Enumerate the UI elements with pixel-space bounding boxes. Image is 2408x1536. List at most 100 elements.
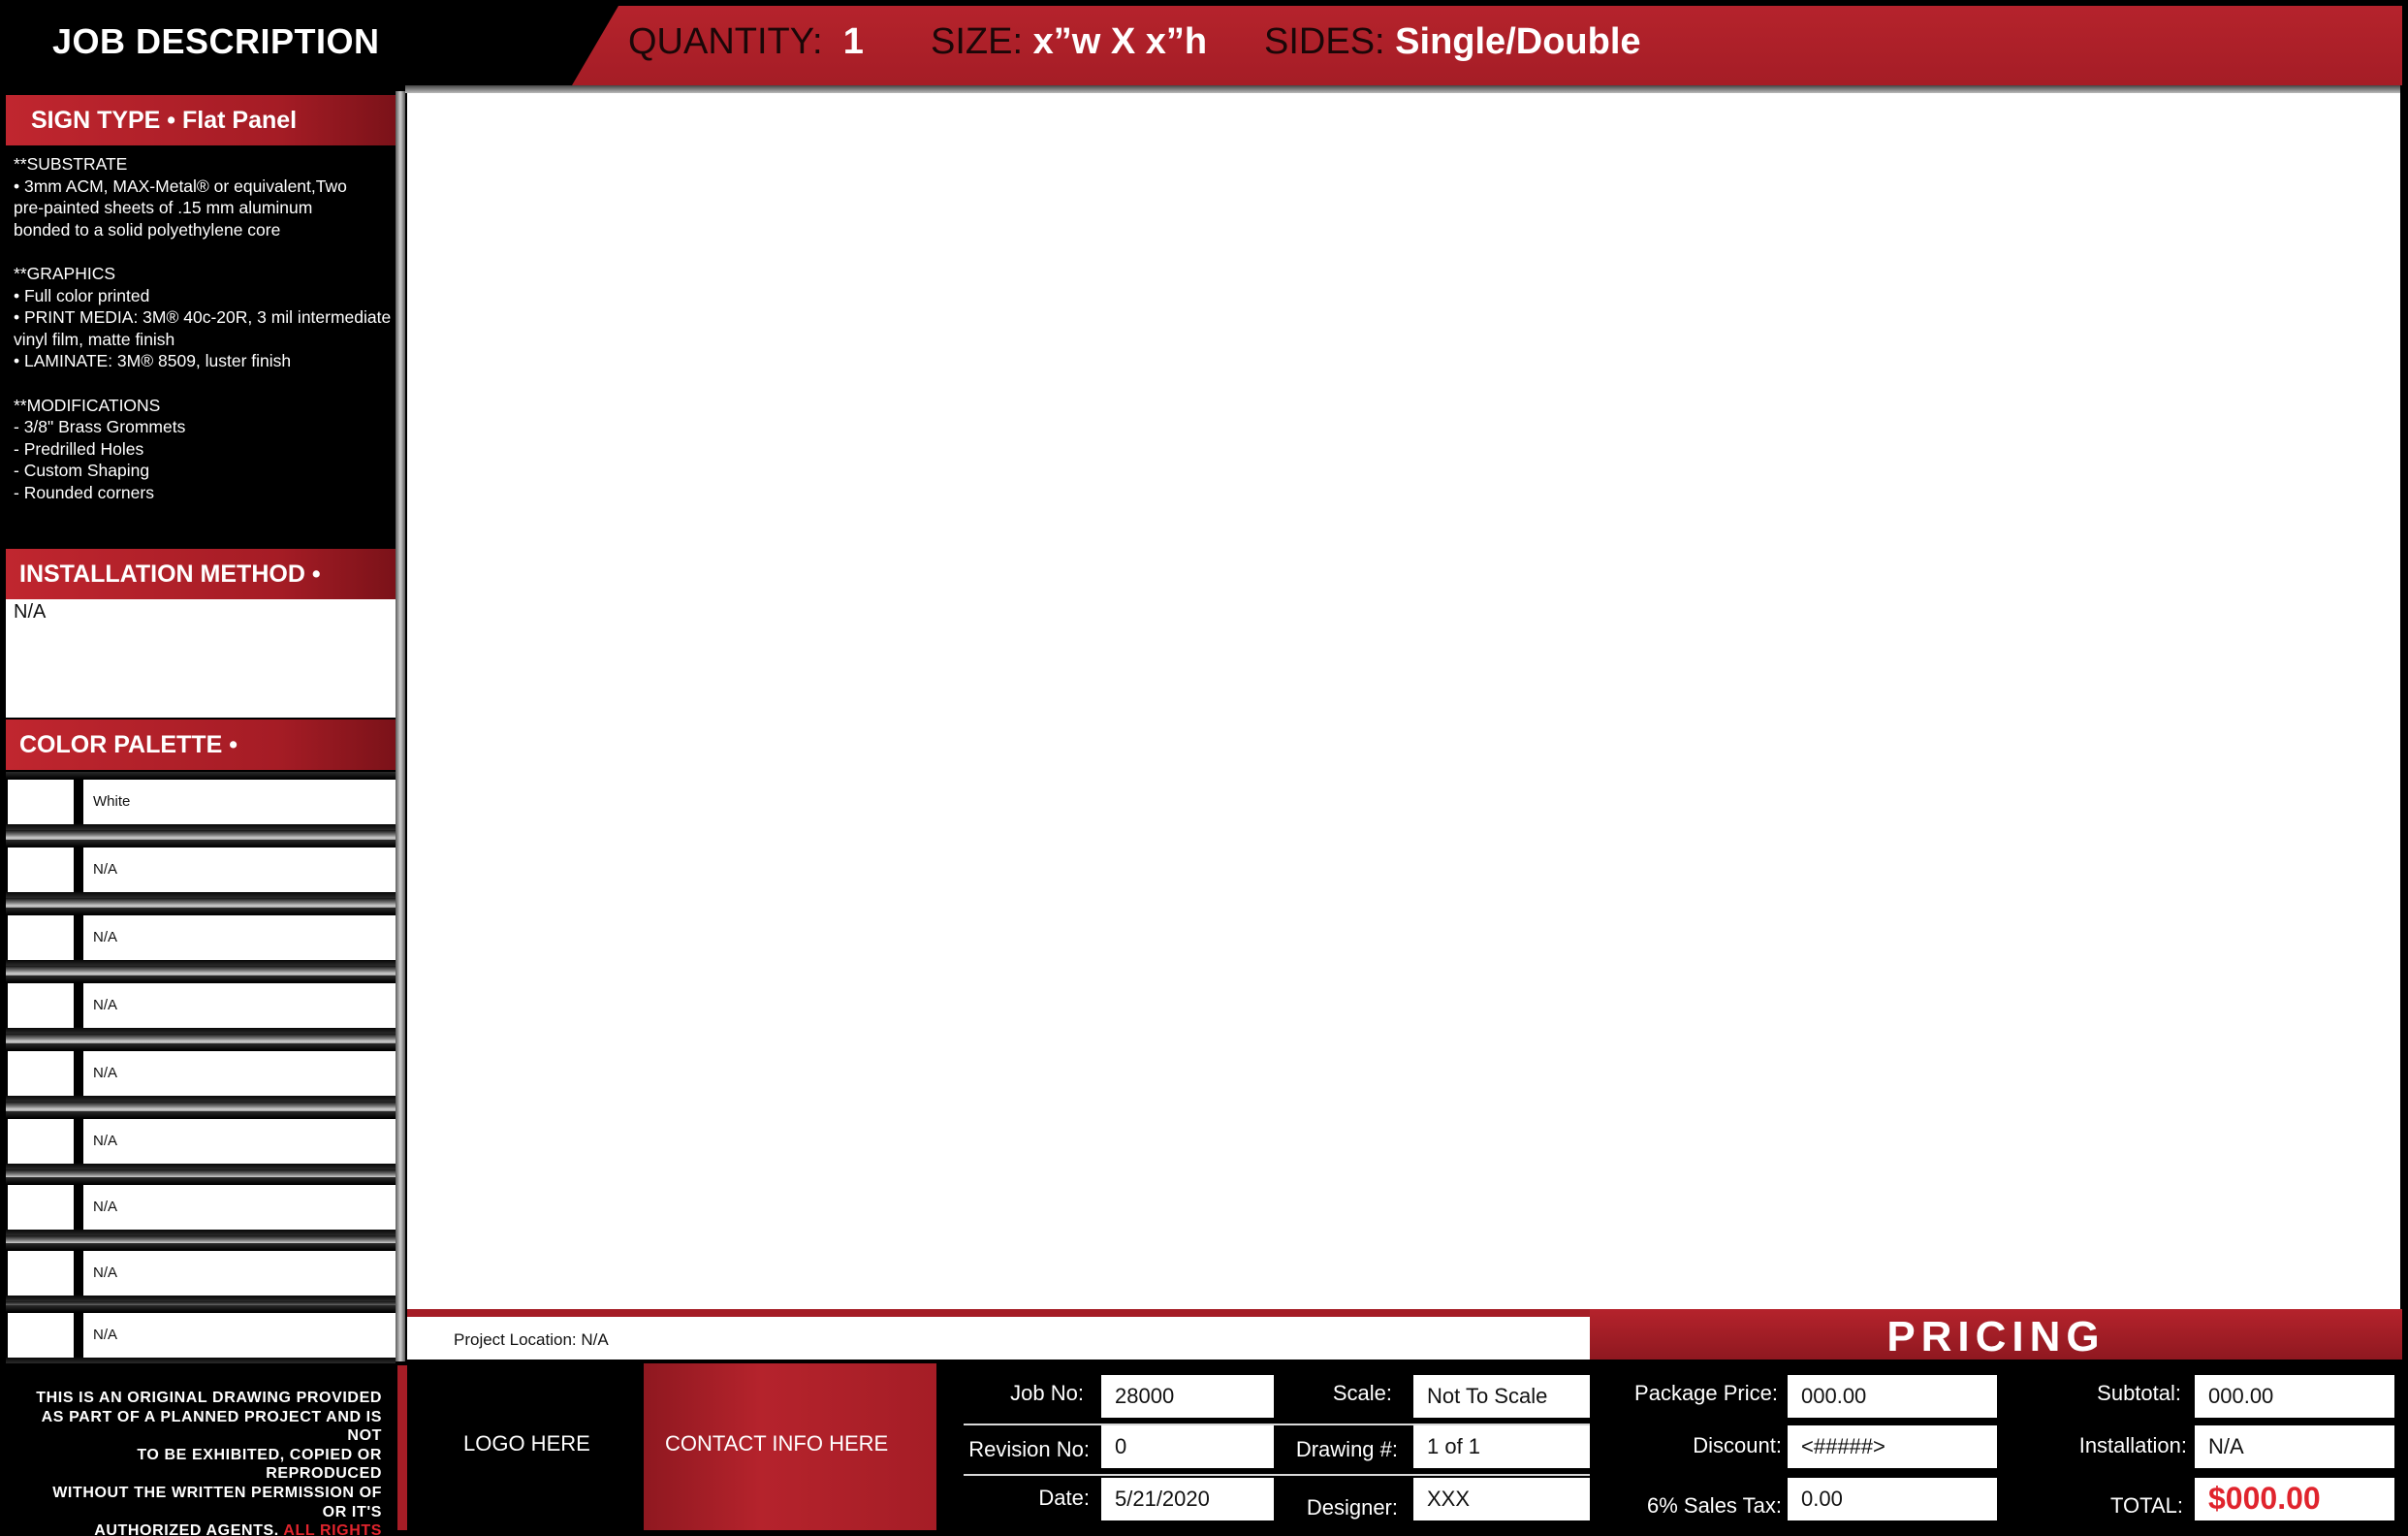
spec-line: - Predrilled Holes [14,438,144,459]
total-label: TOTAL: [2110,1493,2183,1518]
revision-field[interactable]: 0 [1101,1425,1274,1468]
quantity-label: QUANTITY: [628,21,823,62]
legal-line: THIS IS AN ORIGINAL DRAWING PROVIDED [36,1390,382,1406]
color-name[interactable]: N/A [83,1251,396,1296]
spec-line: • PRINT MEDIA: 3M® 40c-20R, 3 mil interm… [14,307,392,328]
palette-row: N/A [6,976,396,1034]
drawing-canvas[interactable] [407,93,2400,1311]
scale-field[interactable]: Not To Scale [1413,1375,1590,1418]
color-name[interactable]: N/A [83,983,396,1028]
color-name[interactable]: N/A [83,1119,396,1164]
color-swatch[interactable] [8,1313,74,1358]
spec-line: • Full color printed [14,285,150,305]
sides-label: SIDES: [1264,21,1385,62]
drawing-area-right-border [2400,85,2408,1346]
package-price-field[interactable]: 000.00 [1788,1375,1997,1418]
spec-line: **MODIFICATIONS [14,395,161,415]
revision-label: Revision No: [968,1437,1090,1461]
installation-value: N/A [14,601,47,623]
installation-field[interactable] [6,599,396,718]
legal-line-final: AUTHORIZED AGENTS. ALL RIGHTS RESERVED. [21,1521,382,1536]
installation-price-label: Installation: [2078,1433,2187,1457]
legal-divider [397,1365,407,1530]
sales-tax-field[interactable]: 0.00 [1788,1478,1997,1520]
palette-row: N/A [6,1043,396,1102]
spec-line: - Rounded corners [14,482,154,502]
size-label: SIZE: [931,21,1024,62]
color-swatch[interactable] [8,848,74,892]
project-location[interactable]: Project Location: N/A [454,1330,609,1350]
color-name[interactable]: N/A [83,848,396,892]
legal-line: OR IT'S [322,1503,382,1520]
spec-line: **SUBSTRATE [14,154,128,174]
sign-type-details: **SUBSTRATE • 3mm ACM, MAX-Metal® or equ… [14,153,392,504]
location-accent-line [407,1309,1590,1317]
color-palette-heading: COLOR PALETTE • [6,720,396,770]
date-field[interactable]: 5/21/2020 [1101,1478,1274,1520]
job-sheet: JOB DESCRIPTION QUANTITY: 1 SIZE: x”w X … [0,0,2408,1536]
row-divider [964,1474,1590,1476]
drawing-number-field[interactable]: 1 of 1 [1413,1425,1590,1468]
palette-row: White [6,772,396,830]
discount-field[interactable]: <#####> [1788,1425,1997,1468]
subtotal-field[interactable]: 000.00 [2195,1375,2394,1418]
palette-row: N/A [6,1305,396,1363]
spec-line: bonded to a solid polyethylene core [14,219,281,240]
sides-value: Single/Double [1395,21,1641,62]
legal-line: AS PART OF A PLANNED PROJECT AND IS NOT [41,1408,382,1445]
spec-line: - 3/8" Brass Grommets [14,417,186,437]
drawing-area-top-bevel [405,85,2402,93]
palette-row: N/A [6,840,396,898]
spec-line: vinyl film, matte finish [14,329,175,349]
contact-info-placeholder[interactable]: CONTACT INFO HERE [665,1431,888,1456]
discount-label: Discount: [1693,1433,1782,1457]
left-panel-bevel [396,91,405,1361]
total-field[interactable]: $000.00 [2195,1478,2394,1520]
legal-notice: THIS IS AN ORIGINAL DRAWING PROVIDED AS … [21,1389,382,1536]
job-no-field[interactable]: 28000 [1101,1375,1274,1418]
spec-line: pre-painted sheets of .15 mm aluminum [14,198,313,218]
designer-field[interactable]: XXX [1413,1478,1590,1520]
spec-line: - Custom Shaping [14,461,150,481]
spec-line: • 3mm ACM, MAX-Metal® or equivalent,Two [14,176,347,196]
installation-heading: INSTALLATION METHOD • [6,549,396,599]
size-spec: SIZE: x”w X x”h [931,21,1207,63]
palette-row: N/A [6,1177,396,1235]
color-swatch[interactable] [8,983,74,1028]
spec-line: **GRAPHICS [14,263,116,283]
palette-row: N/A [6,1111,396,1169]
color-swatch[interactable] [8,780,74,824]
subtotal-label: Subtotal: [2097,1381,2181,1405]
scale-label: Scale: [1332,1381,1392,1405]
color-swatch[interactable] [8,915,74,960]
date-label: Date: [1038,1486,1090,1510]
package-price-label: Package Price: [1634,1381,1778,1405]
color-name[interactable]: N/A [83,1051,396,1096]
installation-price-field[interactable]: N/A [2195,1425,2394,1468]
designer-label: Designer: [1306,1495,1398,1520]
color-swatch[interactable] [8,1119,74,1164]
drawing-number-label: Drawing #: [1295,1437,1398,1461]
spec-line: • LAMINATE: 3M® 8509, luster finish [14,351,292,371]
logo-placeholder[interactable]: LOGO HERE [463,1431,590,1456]
rights-reserved: ALL RIGHTS RESERVED. [283,1522,382,1536]
quantity-value: 1 [842,21,864,62]
color-swatch[interactable] [8,1051,74,1096]
color-name[interactable]: White [83,780,396,824]
color-swatch[interactable] [8,1185,74,1230]
legal-line: TO BE EXHIBITED, COPIED OR REPRODUCED [137,1446,382,1483]
pricing-heading: PRICING [1590,1309,2402,1360]
size-value: x”w X x”h [1032,21,1208,62]
color-name[interactable]: N/A [83,1313,396,1358]
color-name[interactable]: N/A [83,1185,396,1230]
palette-row: N/A [6,1243,396,1301]
quantity-spec: QUANTITY: 1 [628,21,864,63]
legal-agents: AUTHORIZED AGENTS. [94,1522,279,1536]
job-no-label: Job No: [1010,1381,1084,1405]
palette-row: N/A [6,908,396,966]
color-name[interactable]: N/A [83,915,396,960]
color-swatch[interactable] [8,1251,74,1296]
legal-line: WITHOUT THE WRITTEN PERMISSION OF [52,1484,382,1501]
